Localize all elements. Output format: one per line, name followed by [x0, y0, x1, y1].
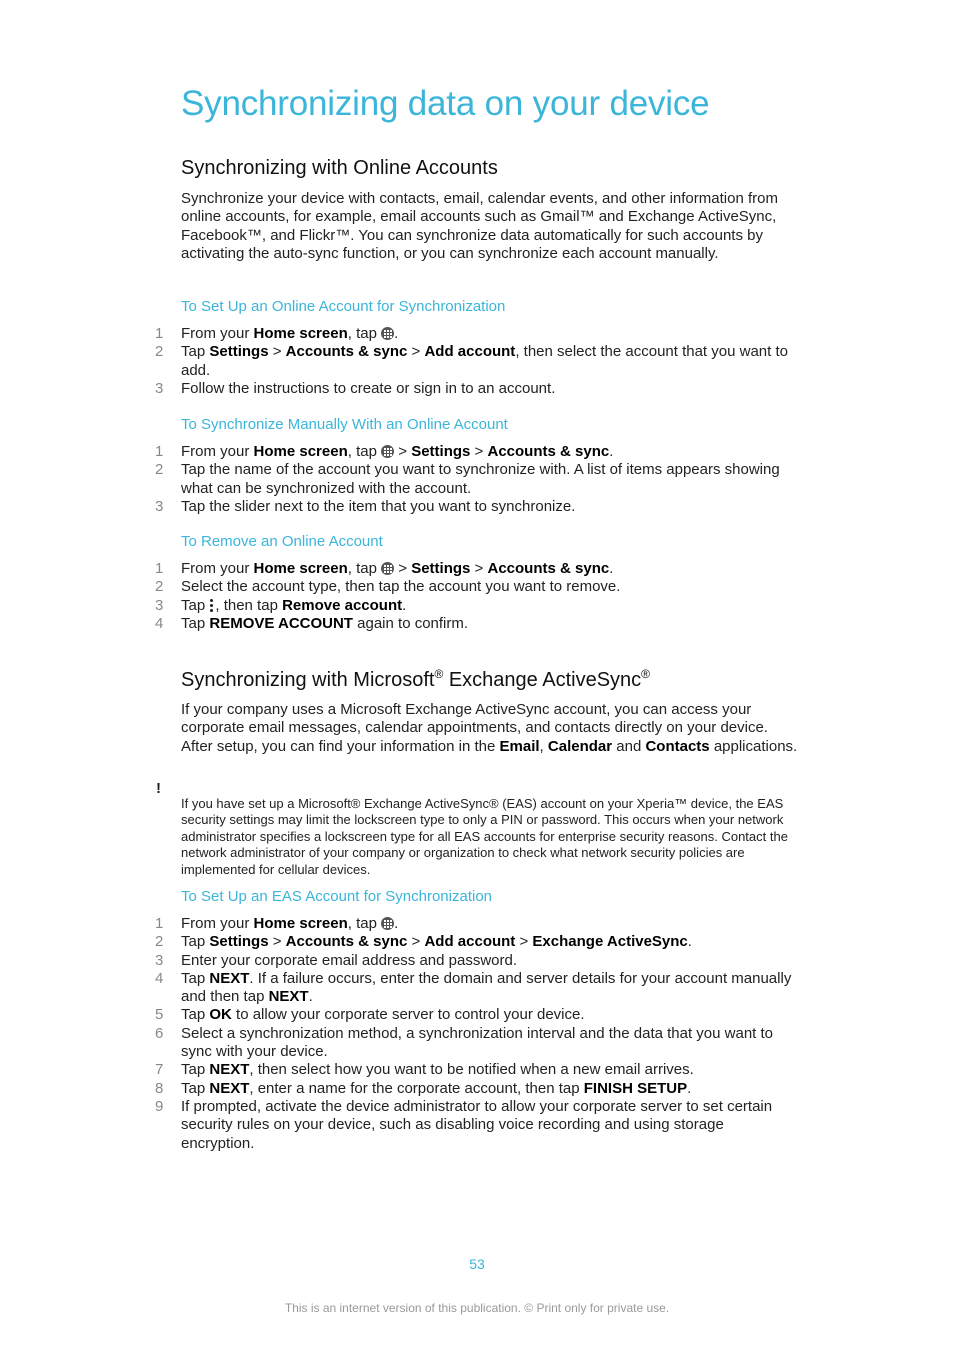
procedure-title-setup-online: To Set Up an Online Account for Synchron…	[181, 298, 506, 315]
procedure-title-remove-account: To Remove an Online Account	[181, 533, 383, 550]
page-title: Synchronizing data on your device	[181, 84, 710, 123]
procedure-title-setup-eas: To Set Up an EAS Account for Synchroniza…	[181, 888, 493, 905]
step: 3 Follow the instructions to create or si…	[155, 379, 556, 397]
step: 7 Tap NEXT, then select how you want to b…	[155, 1061, 694, 1079]
step: 3 Enter your corporate email address and …	[155, 951, 518, 969]
step: 9 If prompted, activate the device admini…	[155, 1097, 773, 1152]
procedure-title-sync-manually: To Synchronize Manually With an Online A…	[181, 416, 508, 433]
step: 3 Tap the slider next to the item that yo…	[155, 497, 576, 515]
note-text: If you have set up a Microsoft® Exchange…	[181, 796, 788, 877]
step: 6 Select a synchronization method, a sync…	[155, 1024, 774, 1061]
steps-setup-online: 1 From your Home screen, tap . 2 Tap Setti…	[150, 325, 800, 398]
apps-icon	[381, 327, 395, 340]
apps-icon	[381, 445, 395, 458]
step: 1 From your Home screen, tap > Settings >…	[155, 560, 614, 577]
step: 4 Tap REMOVE ACCOUNT again to confirm.	[155, 614, 469, 632]
step: 8 Tap NEXT, enter a name for the corporat…	[155, 1079, 692, 1097]
footer-note: This is an internet version of this publ…	[284, 1301, 670, 1315]
step: 1 From your Home screen, tap .	[155, 915, 399, 932]
step: 1 From your Home screen, tap .	[155, 325, 399, 342]
step: 3 Tap , then tap Remove account.	[155, 596, 407, 614]
page-number: 53	[469, 1256, 485, 1272]
steps-setup-eas: 1 From your Home screen, tap . 2 Tap Setti…	[150, 915, 800, 1153]
step: 2 Tap the name of the account you want to…	[155, 461, 780, 497]
section-intro-exchange: If your company uses a Microsoft Exchang…	[181, 701, 798, 755]
section-heading-exchange-activesync: Synchronizing with Microsoft® Exchange A…	[181, 667, 651, 691]
step: 4 Tap NEXT. If a failure occurs, enter th…	[155, 969, 792, 1006]
steps-sync-manually: 1 From your Home screen, tap > Settings >…	[150, 443, 800, 516]
warning-icon: !	[156, 780, 161, 797]
step: 2 Select the account type, then tap the a…	[155, 578, 621, 596]
step: 5 Tap OK to allow your corporate server t…	[155, 1006, 585, 1024]
step: 2 Tap Settings > Accounts & sync > Add ac…	[155, 343, 788, 379]
apps-icon	[381, 562, 395, 575]
section-heading-online-accounts: Synchronizing with Online Accounts	[181, 157, 498, 179]
section-intro-online-accounts: Synchronize your device with contacts, e…	[181, 190, 778, 262]
more-options-icon	[209, 598, 215, 613]
steps-remove-account: 1 From your Home screen, tap > Settings >…	[150, 560, 800, 633]
step: 2 Tap Settings > Accounts & sync > Add ac…	[155, 933, 692, 951]
apps-icon	[381, 917, 395, 930]
step: 1 From your Home screen, tap > Settings >…	[155, 443, 614, 460]
